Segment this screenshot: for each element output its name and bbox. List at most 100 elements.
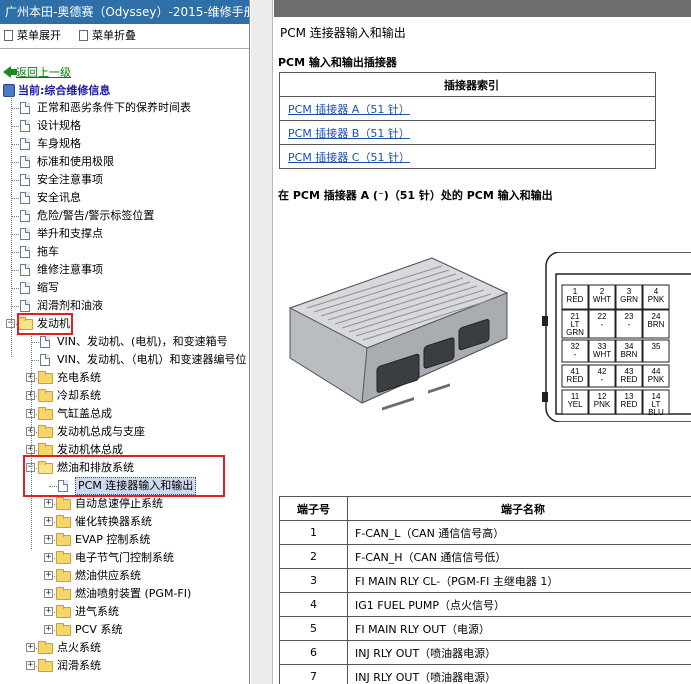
tree-item[interactable]: + 冷却系统 bbox=[0, 387, 249, 405]
tree-item-label[interactable]: 润滑系统 bbox=[57, 657, 101, 675]
pin-name: FI MAIN RLY OUT（电源） bbox=[347, 616, 691, 641]
tree-item-label[interactable]: 点火系统 bbox=[57, 639, 101, 657]
tree-item[interactable]: + 发动机总成与支座 bbox=[0, 423, 249, 441]
tree-item[interactable]: + EVAP 控制系统 bbox=[0, 531, 249, 549]
expand-icon[interactable]: + bbox=[44, 517, 53, 526]
tree-item[interactable]: 拖车 bbox=[0, 243, 249, 261]
tree-item-label[interactable]: PCV 系统 bbox=[75, 621, 122, 639]
tree-item-label[interactable]: 气缸盖总成 bbox=[57, 405, 112, 423]
tree-item-label[interactable]: EVAP 控制系统 bbox=[75, 531, 150, 549]
expand-icon[interactable]: + bbox=[44, 589, 53, 598]
tree-item-label[interactable]: 维修注意事项 bbox=[37, 261, 103, 279]
tree-item[interactable]: VIN、发动机、(电机)，和变速箱号 bbox=[0, 333, 249, 351]
menu-expand-button[interactable]: 菜单展开 bbox=[4, 27, 61, 43]
expand-icon[interactable]: + bbox=[44, 499, 53, 508]
tree-item[interactable]: 标准和使用极限 bbox=[0, 153, 249, 171]
expand-icon[interactable]: + bbox=[44, 553, 53, 562]
tree-item[interactable]: + 点火系统 bbox=[0, 639, 249, 657]
tree-item-label[interactable]: 进气系统 bbox=[75, 603, 119, 621]
tree-item[interactable]: 正常和恶劣条件下的保养时间表 bbox=[0, 99, 249, 117]
back-link[interactable]: 返回上一级 bbox=[0, 63, 249, 81]
tree-item-label[interactable]: 充电系统 bbox=[57, 369, 101, 387]
tree-item-label[interactable]: 危险/警告/警示标签位置 bbox=[37, 207, 154, 225]
table-row: 3 FI MAIN RLY CL-（PGM-FI 主继电器 1） bbox=[279, 568, 691, 593]
expand-icon[interactable]: + bbox=[44, 571, 53, 580]
pin-number: 6 bbox=[279, 640, 348, 665]
tree-item[interactable]: + 进气系统 bbox=[0, 603, 249, 621]
tree-item-label[interactable]: 安全注意事项 bbox=[37, 171, 103, 189]
tree-item-label[interactable]: 燃油供应系统 bbox=[75, 567, 141, 585]
tree-item[interactable]: 安全讯息 bbox=[0, 189, 249, 207]
tree-item[interactable]: 举升和支撑点 bbox=[0, 225, 249, 243]
connector-c-link[interactable]: PCM 插接器 C（51 针） bbox=[288, 151, 410, 164]
tree-item-label[interactable]: 缩写 bbox=[37, 279, 59, 297]
tree-item-label[interactable]: VIN、发动机、(电机)，和变速箱号 bbox=[57, 333, 228, 351]
pin-wire-color: PNK bbox=[594, 400, 611, 409]
expand-icon[interactable]: + bbox=[44, 625, 53, 634]
tree-item[interactable]: 安全注意事项 bbox=[0, 171, 249, 189]
tree-guide-line bbox=[11, 85, 12, 357]
tree-item[interactable]: + 气缸盖总成 bbox=[0, 405, 249, 423]
tree-item[interactable]: 车身规格 bbox=[0, 135, 249, 153]
tree-item[interactable]: 设计规格 bbox=[0, 117, 249, 135]
pin-name-header: 端子名称 bbox=[347, 496, 691, 521]
horizontal-scrollbar[interactable] bbox=[274, 0, 691, 17]
connector-b-link[interactable]: PCM 插接器 B（51 针） bbox=[288, 127, 410, 140]
pin-name: IG1 FUEL PUMP（点火信号） bbox=[347, 592, 691, 617]
tree-item[interactable]: + 充电系统 bbox=[0, 369, 249, 387]
tree-item-label[interactable]: 举升和支撑点 bbox=[37, 225, 103, 243]
pane-splitter[interactable] bbox=[251, 0, 273, 684]
document-icon bbox=[20, 210, 30, 222]
tree-item-label[interactable]: 标准和使用极限 bbox=[37, 153, 114, 171]
tree-item-label[interactable]: 发动机总成与支座 bbox=[57, 423, 145, 441]
tree-item[interactable]: + 自动怠速停止系统 bbox=[0, 495, 249, 513]
pin-wire-color: RED bbox=[621, 400, 638, 409]
tree-item-label[interactable]: 冷却系统 bbox=[57, 387, 101, 405]
highlight-box bbox=[23, 455, 225, 497]
tree-item-label[interactable]: 燃油喷射装置 (PGM-FI) bbox=[75, 585, 191, 603]
tree-item-label[interactable]: VIN、发动机、（电机）和变速器编号位 bbox=[57, 351, 247, 369]
tree-item-label[interactable]: 催化转换器系统 bbox=[75, 513, 152, 531]
tree-item-label[interactable]: 正常和恶劣条件下的保养时间表 bbox=[37, 99, 191, 117]
tree-item[interactable]: + 燃油喷射装置 (PGM-FI) bbox=[0, 585, 249, 603]
tree-item[interactable]: 危险/警告/警示标签位置 bbox=[0, 207, 249, 225]
expand-icon[interactable]: + bbox=[26, 661, 35, 670]
expand-icon[interactable]: + bbox=[44, 535, 53, 544]
tree-item-label[interactable]: 安全讯息 bbox=[37, 189, 81, 207]
tree-item[interactable]: + 催化转换器系统 bbox=[0, 513, 249, 531]
tree-item[interactable]: 缩写 bbox=[0, 279, 249, 297]
document-icon bbox=[20, 264, 30, 276]
nav-tree: 正常和恶劣条件下的保养时间表 设计规格 车身规格 标准和使用极限 安全注意事项 安全讯息危… bbox=[0, 85, 249, 675]
expand-icon[interactable]: + bbox=[26, 643, 35, 652]
pin-name: INJ RLY OUT（喷油器电源） bbox=[347, 664, 691, 684]
menu-collapse-button[interactable]: 菜单折叠 bbox=[79, 27, 136, 43]
pin-wire-color: RED bbox=[567, 295, 584, 304]
tree-item-label[interactable]: 车身规格 bbox=[37, 135, 81, 153]
section-heading: PCM 输入和输出插接器 bbox=[278, 56, 397, 69]
pin-wire-color: BRN bbox=[648, 320, 665, 329]
tree-item[interactable]: + 电子节气门控制系统 bbox=[0, 549, 249, 567]
tree-item[interactable]: 维修注意事项 bbox=[0, 261, 249, 279]
connector-a-link[interactable]: PCM 插接器 A（51 针） bbox=[288, 103, 410, 116]
tree-item[interactable]: + 燃油供应系统 bbox=[0, 567, 249, 585]
section-heading: 在 PCM 插接器 A (⁻)（51 针）处的 PCM 输入和输出 bbox=[278, 189, 553, 202]
book-icon bbox=[3, 83, 15, 97]
back-arrow-icon bbox=[3, 66, 17, 78]
folder-icon bbox=[38, 389, 53, 402]
tree-item-label[interactable]: 拖车 bbox=[37, 243, 59, 261]
tree-item[interactable]: + PCV 系统 bbox=[0, 621, 249, 639]
pin-wire-color: GRN bbox=[620, 295, 638, 304]
folder-icon bbox=[56, 515, 71, 528]
tree-item[interactable]: + 润滑系统 bbox=[0, 657, 249, 675]
menu-collapse-label: 菜单折叠 bbox=[92, 29, 136, 42]
tree-item-label[interactable]: 电子节气门控制系统 bbox=[75, 549, 174, 567]
back-label[interactable]: 返回上一级 bbox=[16, 64, 71, 80]
tree-item-label[interactable]: 设计规格 bbox=[37, 117, 81, 135]
page-icon bbox=[79, 29, 88, 41]
document-icon bbox=[20, 120, 30, 132]
tree-item[interactable]: VIN、发动机、（电机）和变速器编号位 bbox=[0, 351, 249, 369]
table-row: 4 IG1 FUEL PUMP（点火信号） bbox=[279, 592, 691, 617]
expand-icon[interactable]: + bbox=[44, 607, 53, 616]
connector-index-table: 插接器索引 PCM 插接器 A（51 针） PCM 插接器 B（51 针） PC… bbox=[279, 72, 656, 169]
tree-item-label[interactable]: 自动怠速停止系统 bbox=[75, 495, 163, 513]
